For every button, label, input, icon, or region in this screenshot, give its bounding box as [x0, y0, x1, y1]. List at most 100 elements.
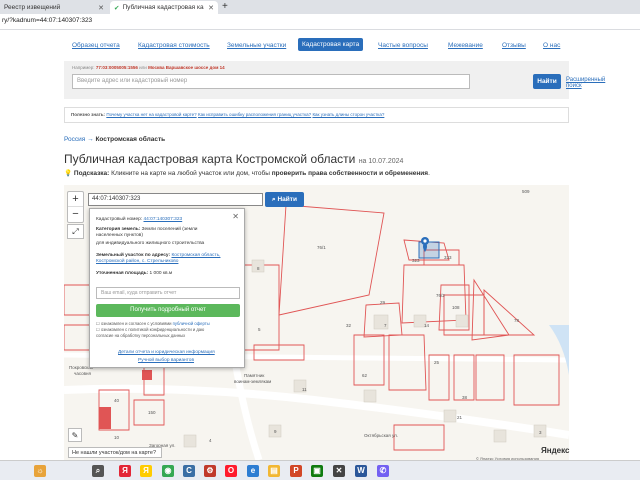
nav-sample-report[interactable]: Образец отчета: [72, 42, 120, 49]
tab-cadastral-map[interactable]: ✔ Публичная кадастровая ка ✕: [110, 1, 218, 14]
map-label: 38: [462, 395, 468, 400]
search-button[interactable]: Найти: [533, 74, 561, 89]
tab-registry[interactable]: Реестр извещений ✕: [0, 1, 108, 14]
word-icon[interactable]: W: [355, 465, 367, 477]
explorer-icon[interactable]: ▤: [268, 465, 280, 477]
map-label: 8: [257, 266, 260, 271]
nav-land-plots[interactable]: Земельные участки: [227, 42, 286, 49]
breadcrumb-root[interactable]: Россия: [64, 136, 85, 143]
map-search-button[interactable]: ⌕ Найти: [265, 192, 304, 207]
cadastral-number-link[interactable]: 44:07:140307:323: [144, 217, 183, 222]
page-title: Публичная кадастровая карта Костромской …: [64, 152, 404, 166]
consent-checkbox[interactable]: ☐: [96, 321, 100, 326]
zoom-out-button[interactable]: −: [68, 207, 83, 222]
expand-icon[interactable]: ⤢: [67, 224, 84, 239]
privacy-checkbox[interactable]: ☐: [96, 327, 100, 332]
search-example: Например: 77:03:0005005:1556 или Москва …: [72, 65, 225, 70]
zoom-in-button[interactable]: +: [68, 192, 83, 207]
map-label: 4: [209, 438, 212, 443]
map-label: 32: [346, 323, 352, 328]
manual-select-link[interactable]: Ручной выбор вариантов: [138, 358, 194, 363]
site-nav: Образец отчета Кадастровая стоимость Зем…: [0, 38, 640, 54]
nav-reviews[interactable]: Отзывы: [502, 42, 526, 49]
address-link-2[interactable]: Костромской район, с. Стрельниково: [96, 259, 178, 264]
app-x-icon[interactable]: ✕: [333, 465, 345, 477]
lightbulb-icon: 💡: [64, 170, 73, 177]
not-found-link[interactable]: Не нашли участок/дом на карте?: [68, 447, 162, 458]
close-icon[interactable]: ✕: [98, 4, 104, 12]
map-label: 323: [412, 258, 420, 263]
nav-about[interactable]: О нас: [543, 42, 560, 49]
map-label: 9: [274, 429, 277, 434]
useful-link-fix-error[interactable]: Как исправить ошибку расположения границ…: [198, 112, 311, 117]
app-c-icon[interactable]: С: [183, 465, 195, 477]
map-label: Памятник: [244, 373, 265, 378]
email-field[interactable]: Ваш email, куда отправить отчет: [96, 287, 240, 299]
advanced-search-link[interactable]: Расширенный поиск: [566, 77, 605, 89]
map-label: 11: [302, 387, 307, 392]
chrome-icon[interactable]: ◉: [162, 465, 174, 477]
offer-link[interactable]: публичной оферты: [173, 321, 210, 326]
close-icon[interactable]: ✕: [208, 4, 214, 12]
zoom-control: + −: [67, 191, 84, 223]
yandex-icon[interactable]: Я: [140, 465, 152, 477]
close-icon[interactable]: ✕: [232, 212, 239, 221]
map-label: 150: [148, 410, 156, 415]
nav-cadastral-map[interactable]: Кадастровая карта: [298, 38, 364, 51]
app-p-icon[interactable]: P: [290, 465, 302, 477]
map-label: 76/2: [436, 293, 445, 298]
useful-links: Полезно знать: Почему участка нет на кад…: [64, 107, 569, 123]
parcel-popup: ✕ Кадастровый номер: 44:07:140307:323 Ка…: [89, 208, 245, 368]
map-label: воинам-землякам: [234, 379, 272, 384]
search-input[interactable]: Введите адрес или кадастровый номер: [72, 74, 470, 89]
yandex-browser-icon[interactable]: Я: [119, 465, 131, 477]
nav-cadastral-value[interactable]: Кадастровая стоимость: [138, 42, 210, 49]
search-icon: ⌕: [272, 196, 276, 203]
map-label: 62: [362, 373, 368, 378]
map-label: 21: [457, 415, 463, 420]
app-e-icon[interactable]: e: [247, 465, 259, 477]
yandex-logo: Яндекс: [541, 446, 570, 455]
map-label: часовня: [74, 371, 91, 376]
app-m-icon[interactable]: ▣: [311, 465, 323, 477]
tab-label: Реестр извещений: [4, 4, 61, 11]
url-text: ry/?kadnum=44:07:140307:323: [2, 17, 93, 24]
nav-surveying[interactable]: Межевание: [448, 42, 483, 49]
breadcrumb-current: Костромская область: [95, 136, 166, 143]
search-panel: Например: 77:03:0005005:1556 или Москва …: [64, 61, 605, 99]
map-label: 14: [424, 323, 430, 328]
map-label: 3: [539, 430, 542, 435]
app-settings-icon[interactable]: ⚙: [204, 465, 216, 477]
map-label: 5: [258, 327, 261, 332]
map-label: 40: [114, 398, 120, 403]
weather-icon[interactable]: ☼: [34, 465, 46, 477]
map-label: Октябрьская ул.: [364, 433, 398, 438]
opera-icon[interactable]: O: [225, 465, 237, 477]
map-label: 108: [452, 305, 460, 310]
useful-link-sides[interactable]: Как узнать длины сторон участка?: [312, 112, 384, 117]
taskbar: ☼ ⌕ Я Я ◉ С ⚙ Oe ▤ P ▣ ✕ W ✆: [0, 460, 640, 480]
map-search-input[interactable]: 44:07:140307:323: [88, 193, 263, 206]
nav-faq[interactable]: Частые вопросы: [378, 42, 428, 49]
address-bar[interactable]: ry/?kadnum=44:07:140307:323: [0, 14, 640, 30]
tip: 💡 Подсказка: Кликните на карте на любой …: [64, 170, 430, 177]
map-label: 78: [514, 318, 520, 323]
map-label: 76/1: [317, 245, 326, 250]
pencil-icon[interactable]: ✎: [68, 428, 82, 442]
browser-tabbar: Реестр извещений ✕ ✔ Публичная кадастров…: [0, 0, 640, 14]
map-label: 323: [444, 255, 452, 260]
check-icon: ✔: [114, 4, 120, 12]
search-icon[interactable]: ⌕: [92, 465, 104, 477]
report-details-link[interactable]: Детали отчета и юридическая информация: [118, 350, 215, 355]
address-link[interactable]: Костромская область,: [171, 253, 220, 258]
useful-link-missing[interactable]: Почему участка нет на кадастровой карте?: [106, 112, 196, 117]
get-report-button[interactable]: Получить подробный отчет: [96, 304, 240, 317]
map-label: 10: [114, 435, 120, 440]
tab-label: Публичная кадастровая ка: [122, 4, 204, 11]
viber-icon[interactable]: ✆: [377, 465, 389, 477]
new-tab-icon[interactable]: +: [222, 1, 228, 12]
map-label: 509: [522, 189, 530, 194]
map-label: 29: [380, 300, 386, 305]
map-label: 25: [434, 360, 440, 365]
map-label: 7: [384, 323, 387, 328]
